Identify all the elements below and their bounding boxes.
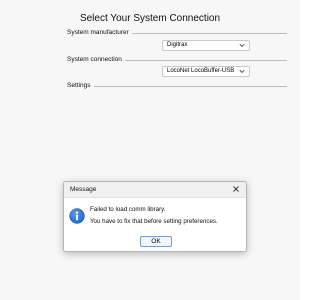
dialog-message-line-1: Failed to load comm library. — [90, 206, 166, 213]
modal-overlay: Message Failed to load comm library. You… — [0, 0, 300, 300]
info-icon — [69, 208, 85, 224]
ok-button[interactable]: OK — [140, 236, 172, 247]
dialog-message-line-2: You have to fix that before setting pref… — [90, 218, 218, 225]
dialog-title: Message — [70, 186, 97, 193]
close-icon[interactable] — [231, 184, 241, 194]
message-dialog: Message Failed to load comm library. You… — [63, 181, 247, 252]
dialog-title-bar: Message — [64, 182, 246, 198]
